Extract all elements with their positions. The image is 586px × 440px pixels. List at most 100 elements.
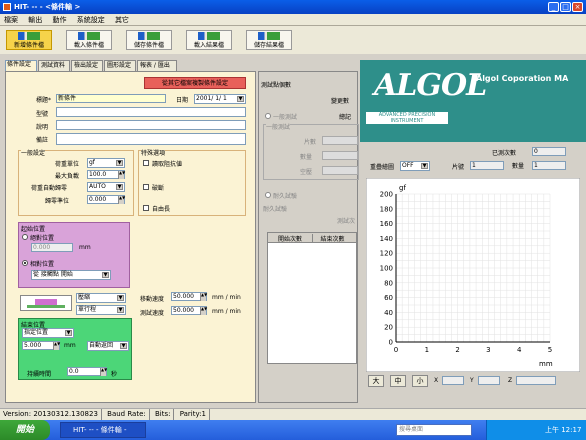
minimize-button[interactable]: _ bbox=[548, 2, 559, 12]
chevron-down-icon[interactable]: ▼ bbox=[117, 307, 124, 313]
max-load-input[interactable]: 100.0 ▲▼ bbox=[87, 170, 125, 179]
absolute-label: 絕對位置 bbox=[30, 235, 55, 242]
auto-zero-label: 荷重自動歸零 bbox=[31, 185, 68, 192]
impedance-checkbox[interactable] bbox=[143, 160, 149, 166]
menu-output[interactable]: 輸出 bbox=[24, 14, 46, 26]
stroke-select[interactable]: 單行程 ▼ bbox=[76, 305, 126, 315]
y-tick-label: 120 bbox=[380, 250, 393, 258]
absolute-input[interactable]: 0.000 bbox=[31, 243, 73, 252]
menu-other[interactable]: 其它 bbox=[111, 14, 133, 26]
absolute-radio[interactable] bbox=[22, 234, 28, 240]
x-tick-label: 4 bbox=[517, 346, 522, 354]
relative-radio[interactable] bbox=[22, 260, 28, 266]
clock: 上午 12:17 bbox=[545, 426, 582, 434]
endurance-label: 耐久試驗 bbox=[273, 193, 298, 200]
endurance-table: 開始次數 結束次數 bbox=[267, 232, 357, 364]
chevron-down-icon[interactable]: ▼ bbox=[116, 184, 123, 190]
desktop-search-input[interactable]: 搜尋桌面 bbox=[396, 424, 472, 436]
close-button[interactable]: × bbox=[572, 2, 583, 12]
status-bar: Version: 20130312.130823 Baud Rate: Bits… bbox=[0, 408, 586, 420]
tab-report[interactable]: 報表 / 匯出 bbox=[137, 60, 177, 71]
chevron-down-icon[interactable]: ▼ bbox=[120, 343, 127, 349]
spinner-icon[interactable]: ▲▼ bbox=[200, 307, 207, 315]
empty-label: 空壓 bbox=[300, 169, 313, 176]
impedance-label: 讀取阻抗値 bbox=[152, 161, 183, 168]
auto-zero-select[interactable]: AUTO ▼ bbox=[87, 182, 125, 192]
tab-test-data[interactable]: 測試資料 bbox=[38, 60, 70, 71]
tab-graph[interactable]: 圖形設定 bbox=[104, 60, 136, 71]
x-coord-label: X bbox=[434, 377, 439, 384]
algol-logo: ALGOL bbox=[374, 68, 487, 103]
load-unit-select[interactable]: gf ▼ bbox=[87, 158, 125, 168]
chevron-down-icon[interactable]: ▼ bbox=[65, 330, 72, 336]
overlay-label: 重疊繪圖 bbox=[370, 164, 395, 171]
chevron-down-icon[interactable]: ▼ bbox=[421, 163, 428, 169]
end-position-unit: mm bbox=[64, 342, 76, 349]
endurance-radio[interactable] bbox=[265, 192, 271, 198]
count-input[interactable] bbox=[322, 151, 358, 160]
window-title-bar: HIT- -- - <條件輸 > bbox=[0, 0, 586, 14]
x-axis-label: mm bbox=[539, 360, 553, 368]
pieces-input[interactable] bbox=[322, 136, 358, 145]
free-length-checkbox[interactable] bbox=[143, 205, 149, 211]
note-input[interactable] bbox=[56, 133, 246, 145]
empty-input[interactable] bbox=[322, 166, 358, 175]
title-input[interactable]: 新條件 bbox=[56, 94, 166, 103]
zoom-large-button[interactable]: 大 bbox=[368, 375, 384, 387]
end-position-input[interactable]: 5.000 ▲▼ bbox=[22, 341, 60, 350]
hold-time-label: 持續時間 bbox=[27, 371, 52, 378]
spinner-icon[interactable]: ▲▼ bbox=[118, 196, 125, 204]
desc-input[interactable] bbox=[56, 120, 246, 130]
graph-count-value: 1 bbox=[532, 161, 566, 170]
maximize-button[interactable]: □ bbox=[560, 2, 571, 12]
overlay-select[interactable]: OFF ▼ bbox=[400, 161, 430, 171]
chevron-down-icon[interactable]: ▼ bbox=[116, 160, 123, 166]
x-coord-value bbox=[442, 376, 464, 385]
piece-no-label: 片號 bbox=[452, 164, 465, 171]
spinner-icon[interactable]: ▲▼ bbox=[53, 342, 60, 350]
save-result-button[interactable]: 儲存結果檔 bbox=[246, 30, 292, 50]
menu-system[interactable]: 系統設定 bbox=[73, 14, 109, 26]
break-checkbox[interactable] bbox=[143, 184, 149, 190]
move-speed-label: 移動速度 bbox=[140, 296, 165, 303]
special-title: 特殊選項 bbox=[141, 148, 166, 157]
y-tick-label: 60 bbox=[384, 294, 393, 302]
relative-select[interactable]: 從 接觸點 開始 ▼ bbox=[31, 270, 111, 280]
end-mode-select[interactable]: 指定位置 ▼ bbox=[22, 328, 74, 338]
auto-return-select[interactable]: 自動返回 ▼ bbox=[87, 341, 129, 351]
menu-file[interactable]: 檔案 bbox=[0, 14, 22, 26]
general-test-radio[interactable] bbox=[265, 113, 271, 119]
chevron-down-icon[interactable]: ▼ bbox=[237, 96, 244, 102]
menu-action[interactable]: 動作 bbox=[48, 14, 70, 26]
column-end: 結束次數 bbox=[312, 234, 352, 243]
test-speed-input[interactable]: 50.000 ▲▼ bbox=[171, 306, 207, 315]
hold-time-input[interactable]: 0.0 ▲▼ bbox=[67, 367, 107, 376]
copy-settings-button[interactable]: 從其它檔案複製條件設定 bbox=[144, 77, 246, 89]
compression-select[interactable]: 壓縮 ▼ bbox=[76, 293, 126, 303]
chevron-down-icon[interactable]: ▼ bbox=[102, 272, 109, 278]
spinner-icon[interactable]: ▲▼ bbox=[100, 368, 107, 376]
date-picker[interactable]: 2001/ 1/ 1 ▼ bbox=[194, 94, 246, 104]
general-settings-group: 一般設定 荷重單位 gf ▼ 最大負載 100.0 ▲▼ 荷重自動歸零 AUTO ▼ … bbox=[18, 148, 134, 216]
save-condition-button[interactable]: 儲存條件檔 bbox=[126, 30, 172, 50]
load-result-button[interactable]: 載入結果檔 bbox=[186, 30, 232, 50]
start-button[interactable]: 開始 bbox=[0, 420, 50, 440]
x-tick-label: 2 bbox=[455, 346, 459, 354]
count-label: 數量 bbox=[300, 154, 313, 161]
window-title: HIT- -- - <條件輸 > bbox=[14, 3, 81, 11]
zero-level-input[interactable]: 0.000 ▲▼ bbox=[87, 195, 125, 204]
new-condition-button[interactable]: 新增條件檔 bbox=[6, 30, 52, 50]
table-header: 開始次數 結束次數 bbox=[268, 233, 356, 243]
taskbar-app-button[interactable]: HIT- -- - 條件輸 - bbox=[60, 422, 146, 438]
move-speed-input[interactable]: 50.000 ▲▼ bbox=[171, 292, 207, 301]
zoom-small-button[interactable]: 小 bbox=[412, 375, 428, 387]
chevron-down-icon[interactable]: ▼ bbox=[117, 295, 124, 301]
spinner-icon[interactable]: ▲▼ bbox=[118, 171, 125, 179]
load-condition-button[interactable]: 載入條件檔 bbox=[66, 30, 112, 50]
condition-panel: 從其它檔案複製條件設定 標題* 新條件 日期 2001/ 1/ 1 ▼ 型號 說明… bbox=[5, 71, 256, 403]
model-input[interactable] bbox=[56, 107, 246, 117]
zoom-medium-button[interactable]: 中 bbox=[390, 375, 406, 387]
spinner-icon[interactable]: ▲▼ bbox=[200, 293, 207, 301]
tab-detect[interactable]: 檢出設定 bbox=[71, 60, 103, 71]
model-label: 型號 bbox=[36, 111, 49, 118]
